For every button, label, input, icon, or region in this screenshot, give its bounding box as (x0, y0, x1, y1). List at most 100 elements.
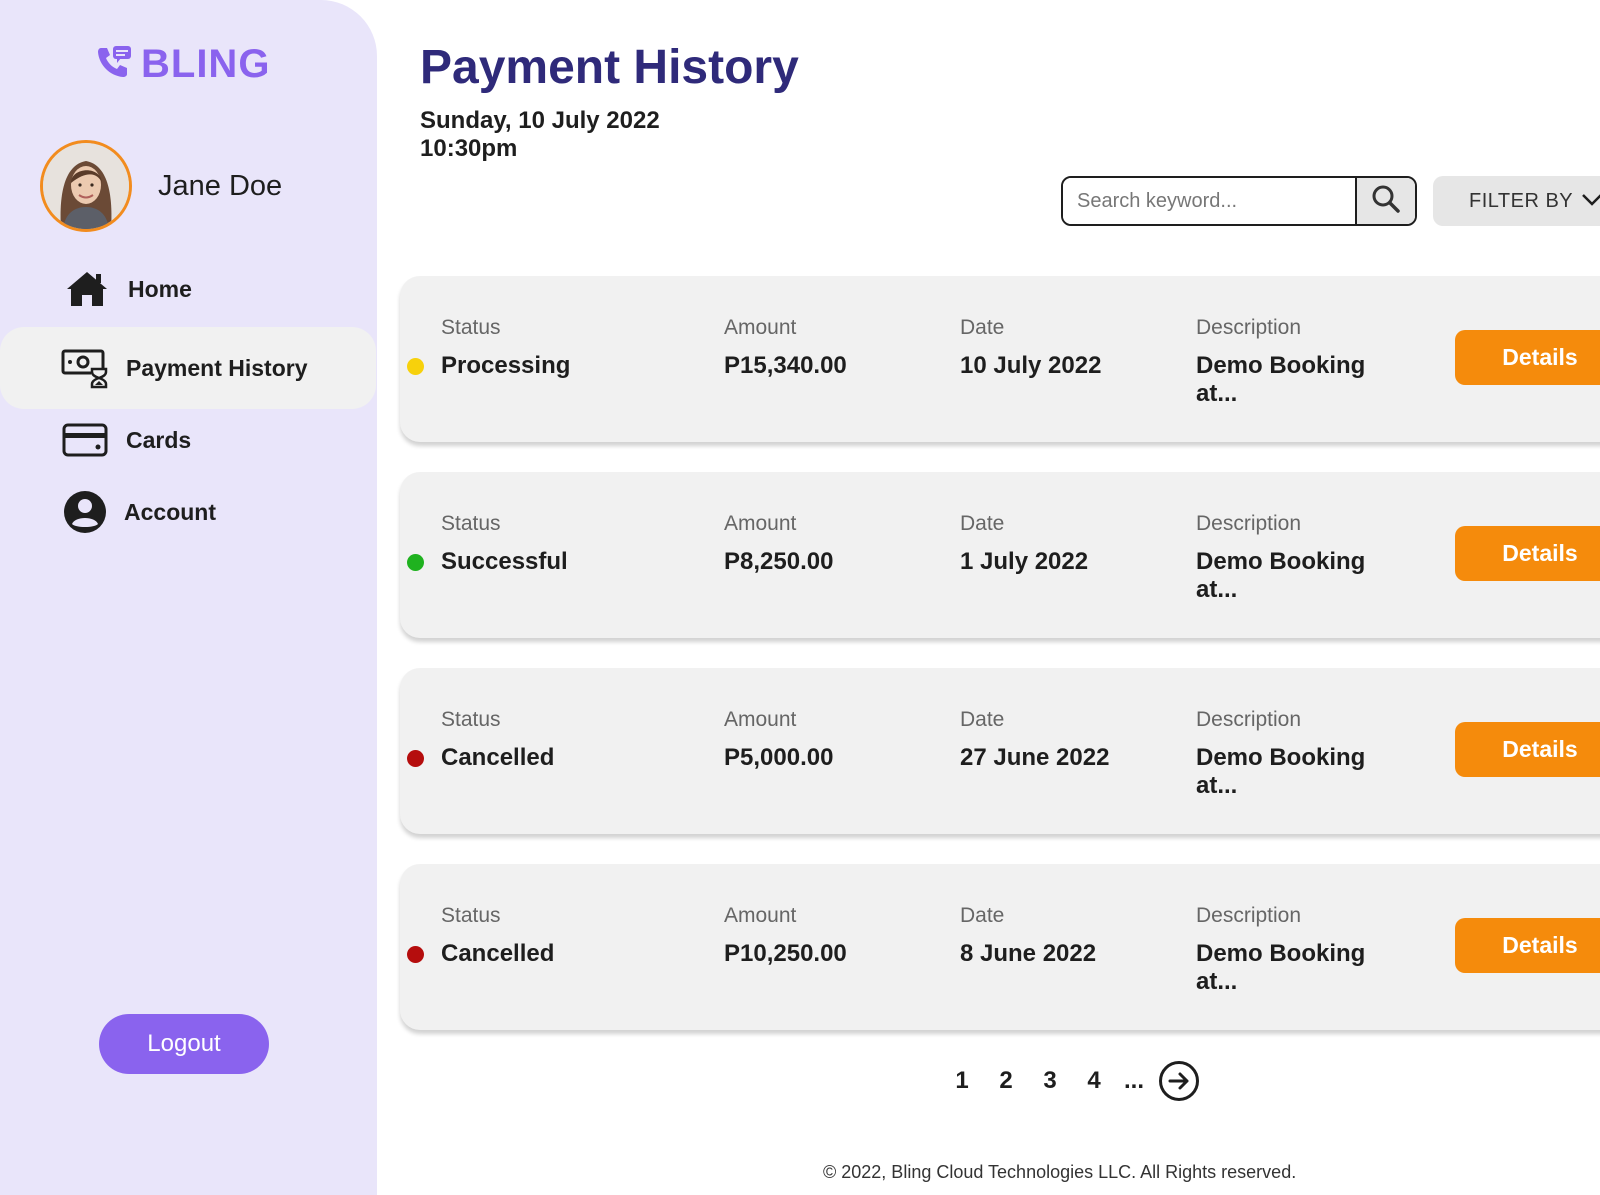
sidebar-item-label: Home (128, 275, 192, 302)
description-line: at... (1196, 380, 1238, 407)
description-label: Description (1196, 316, 1302, 339)
page-link[interactable]: 2 (984, 1067, 1028, 1095)
next-page-button[interactable] (1158, 1060, 1200, 1102)
page-link[interactable]: 4 (1072, 1067, 1116, 1095)
amount-cell: Amount P8,250.00 (724, 512, 833, 576)
status-dot-icon (407, 553, 424, 571)
status-label: Status (441, 904, 501, 927)
payment-history-icon (60, 345, 110, 391)
description-label: Description (1196, 708, 1302, 731)
search-box (1061, 176, 1417, 226)
description-line: at... (1196, 576, 1238, 603)
amount-label: Amount (724, 316, 797, 339)
page-link[interactable]: 1 (940, 1067, 984, 1095)
sidebar-item-home[interactable]: Home (0, 248, 377, 330)
status-text: Successful (441, 548, 568, 575)
phone-chat-icon (95, 44, 133, 85)
date-cell: Date 27 June 2022 (960, 708, 1109, 772)
page-ellipsis: ... (1123, 1067, 1144, 1094)
date-label: Date (960, 904, 1005, 927)
page-title: Payment History (420, 41, 799, 94)
description-line: Demo Booking (1196, 352, 1366, 379)
status-cell: Status Cancelled (407, 708, 555, 772)
footer-copyright: © 2022, Bling Cloud Technologies LLC. Al… (823, 1162, 1297, 1182)
description-cell: Description Demo Booking at... (1196, 708, 1365, 800)
amount-value: P10,250.00 (724, 940, 847, 967)
search-input[interactable] (1063, 178, 1355, 224)
chevron-down-icon (1581, 190, 1600, 213)
sidebar-item-label: Payment History (126, 354, 308, 381)
status-value: Cancelled (407, 744, 555, 772)
sidebar-item-account[interactable]: Account (0, 471, 377, 553)
description-value: Demo Booking at... (1196, 548, 1365, 604)
payment-row: Status Successful Amount P8,250.00 Date … (400, 472, 1600, 638)
details-button[interactable]: Details (1455, 918, 1600, 973)
details-button[interactable]: Details (1455, 722, 1600, 777)
details-button[interactable]: Details (1455, 330, 1600, 385)
status-label: Status (441, 512, 501, 535)
search-icon (1371, 184, 1401, 219)
status-cell: Status Cancelled (407, 904, 554, 968)
amount-value: P8,250.00 (724, 548, 834, 575)
brand-name: BLING (141, 42, 271, 86)
amount-value: P15,340.00 (724, 352, 847, 379)
pagination: 1 2 3 4 ... (940, 1060, 1200, 1102)
sidebar-item-label: Cards (126, 426, 192, 453)
status-label: Status (441, 708, 501, 731)
amount-label: Amount (724, 708, 797, 731)
status-text: Processing (441, 352, 571, 379)
description-line: at... (1196, 772, 1238, 799)
filter-label: FILTER BY (1469, 189, 1574, 212)
description-label: Description (1196, 512, 1302, 535)
amount-cell: Amount P15,340.00 (724, 316, 847, 380)
brand-logo[interactable]: BLING (95, 42, 270, 87)
date-label: Date (960, 512, 1005, 535)
description-line: Demo Booking (1196, 940, 1366, 967)
description-cell: Description Demo Booking at... (1196, 512, 1365, 604)
description-line: Demo Booking (1196, 548, 1366, 575)
description-cell: Description Demo Booking at... (1196, 904, 1365, 996)
avatar[interactable] (40, 140, 132, 232)
amount-cell: Amount P10,250.00 (724, 904, 847, 968)
current-time: 10:30pm (420, 135, 518, 162)
logout-button[interactable]: Logout (99, 1014, 269, 1074)
sidebar: BLING Jane Doe Home Payment History Card… (0, 0, 377, 1195)
description-cell: Description Demo Booking at... (1196, 316, 1365, 408)
description-label: Description (1196, 904, 1302, 927)
sidebar-item-label: Account (124, 498, 216, 525)
page-link[interactable]: 3 (1028, 1067, 1072, 1095)
date-cell: Date 10 July 2022 (960, 316, 1101, 380)
amount-value: P5,000.00 (724, 744, 834, 771)
payment-row: Status Processing Amount P15,340.00 Date… (400, 276, 1600, 442)
amount-label: Amount (724, 512, 797, 535)
sidebar-item-cards[interactable]: Cards (0, 399, 377, 481)
status-text: Cancelled (441, 744, 555, 771)
date-cell: Date 1 July 2022 (960, 512, 1088, 576)
current-datetime: Sunday, 10 July 2022 10:30pm (420, 107, 660, 163)
payment-row: Status Cancelled Amount P5,000.00 Date 2… (400, 668, 1600, 834)
details-button[interactable]: Details (1455, 526, 1600, 581)
amount-cell: Amount P5,000.00 (724, 708, 833, 772)
status-cell: Status Successful (407, 512, 568, 576)
date-value: 8 June 2022 (960, 940, 1097, 967)
credit-card-icon (60, 417, 110, 463)
date-cell: Date 8 June 2022 (960, 904, 1096, 968)
description-line: Demo Booking (1196, 744, 1366, 771)
description-line: at... (1196, 968, 1238, 995)
status-value: Successful (407, 548, 568, 576)
search-button[interactable] (1355, 178, 1415, 224)
description-value: Demo Booking at... (1196, 352, 1365, 408)
date-value: 1 July 2022 (960, 548, 1089, 575)
account-icon (60, 489, 110, 535)
description-value: Demo Booking at... (1196, 744, 1365, 800)
date-label: Date (960, 708, 1005, 731)
description-value: Demo Booking at... (1196, 940, 1365, 996)
date-value: 27 June 2022 (960, 744, 1110, 771)
home-icon (62, 266, 112, 312)
sidebar-item-payment-history[interactable]: Payment History (0, 327, 376, 409)
user-profile: Jane Doe (40, 140, 282, 232)
payment-row: Status Cancelled Amount P10,250.00 Date … (400, 864, 1600, 1030)
status-cell: Status Processing (407, 316, 571, 380)
arrow-right-circle-icon (1158, 1061, 1200, 1108)
filter-by-button[interactable]: FILTER BY (1433, 176, 1600, 226)
